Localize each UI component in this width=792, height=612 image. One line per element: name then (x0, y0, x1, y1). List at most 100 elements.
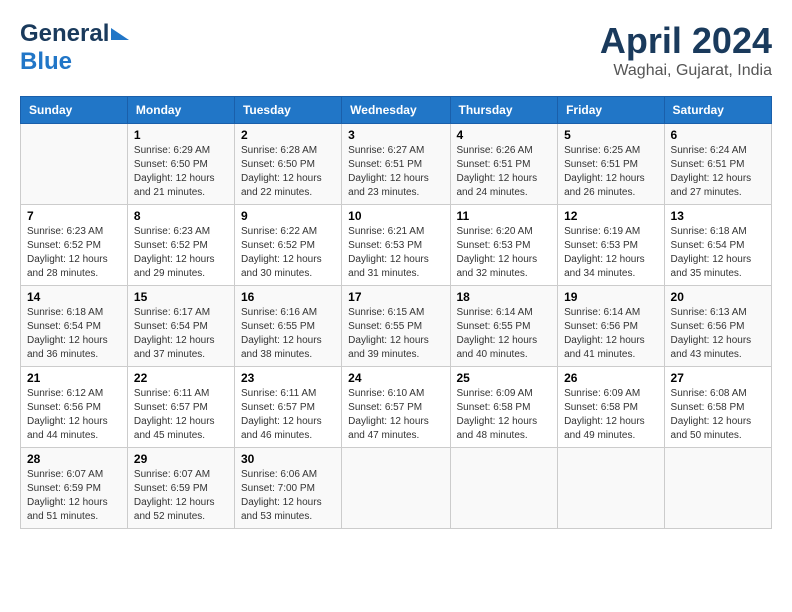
title-section: April 2024 Waghai, Gujarat, India (600, 20, 772, 80)
day-number: 25 (457, 371, 552, 385)
calendar-cell (342, 448, 450, 529)
day-number: 12 (564, 209, 657, 223)
day-number: 13 (671, 209, 765, 223)
day-info: Sunrise: 6:13 AM Sunset: 6:56 PM Dayligh… (671, 306, 765, 362)
calendar-cell: 19 Sunrise: 6:14 AM Sunset: 6:56 PM Dayli… (558, 286, 664, 367)
calendar-cell: 23Sunrise: 6:11 AM Sunset: 6:57 PM Dayli… (234, 367, 341, 448)
calendar-cell: 1 Sunrise: 6:29 AM Sunset: 6:50 PM Daylig… (127, 124, 234, 205)
day-info: Sunrise: 6:16 AM Sunset: 6:55 PM Dayligh… (241, 306, 335, 362)
day-info: Sunrise: 6:11 AM Sunset: 6:57 PM Dayligh… (134, 387, 228, 443)
day-info: Sunrise: 6:17 AM Sunset: 6:54 PM Dayligh… (134, 306, 228, 362)
calendar-week-row: 1 Sunrise: 6:29 AM Sunset: 6:50 PM Daylig… (21, 124, 772, 205)
calendar-cell: 25 Sunrise: 6:09 AM Sunset: 6:58 PM Dayli… (450, 367, 558, 448)
day-info: Sunrise: 6:21 AM Sunset: 6:53 PM Dayligh… (348, 225, 443, 281)
calendar-cell: 10 Sunrise: 6:21 AM Sunset: 6:53 PM Dayli… (342, 205, 450, 286)
calendar-table: SundayMondayTuesdayWednesdayThursdayFrid… (20, 96, 772, 529)
calendar-header-sunday: Sunday (21, 97, 128, 124)
day-info: Sunrise: 6:12 AM Sunset: 6:56 PM Dayligh… (27, 387, 121, 443)
calendar-cell: 9 Sunrise: 6:22 AM Sunset: 6:52 PM Daylig… (234, 205, 341, 286)
calendar-cell: 2Sunrise: 6:28 AM Sunset: 6:50 PM Daylig… (234, 124, 341, 205)
calendar-cell: 30 Sunrise: 6:06 AM Sunset: 7:00 PM Dayli… (234, 448, 341, 529)
day-info: Sunrise: 6:15 AM Sunset: 6:55 PM Dayligh… (348, 306, 443, 362)
day-number: 26 (564, 371, 657, 385)
day-info: Sunrise: 6:19 AM Sunset: 6:53 PM Dayligh… (564, 225, 657, 281)
page-subtitle: Waghai, Gujarat, India (600, 62, 772, 80)
calendar-cell: 26 Sunrise: 6:09 AM Sunset: 6:58 PM Dayli… (558, 367, 664, 448)
day-info: Sunrise: 6:09 AM Sunset: 6:58 PM Dayligh… (457, 387, 552, 443)
day-number: 16 (241, 290, 335, 304)
calendar-cell: 3 Sunrise: 6:27 AM Sunset: 6:51 PM Daylig… (342, 124, 450, 205)
calendar-cell: 18 Sunrise: 6:14 AM Sunset: 6:55 PM Dayli… (450, 286, 558, 367)
calendar-header-saturday: Saturday (664, 97, 771, 124)
calendar-cell: 29 Sunrise: 6:07 AM Sunset: 6:59 PM Dayli… (127, 448, 234, 529)
calendar-cell: 24Sunrise: 6:10 AM Sunset: 6:57 PM Dayli… (342, 367, 450, 448)
day-info: Sunrise: 6:20 AM Sunset: 6:53 PM Dayligh… (457, 225, 552, 281)
logo-text-general: General (20, 20, 109, 48)
day-number: 8 (134, 209, 228, 223)
calendar-header-thursday: Thursday (450, 97, 558, 124)
calendar-header-monday: Monday (127, 97, 234, 124)
calendar-header-wednesday: Wednesday (342, 97, 450, 124)
calendar-cell (664, 448, 771, 529)
calendar-cell (21, 124, 128, 205)
day-info: Sunrise: 6:24 AM Sunset: 6:51 PM Dayligh… (671, 144, 765, 200)
day-number: 30 (241, 452, 335, 466)
day-info: Sunrise: 6:18 AM Sunset: 6:54 PM Dayligh… (671, 225, 765, 281)
calendar-week-row: 14Sunrise: 6:18 AM Sunset: 6:54 PM Dayli… (21, 286, 772, 367)
calendar-cell: 28 Sunrise: 6:07 AM Sunset: 6:59 PM Dayli… (21, 448, 128, 529)
day-number: 15 (134, 290, 228, 304)
day-number: 18 (457, 290, 552, 304)
day-info: Sunrise: 6:23 AM Sunset: 6:52 PM Dayligh… (27, 225, 121, 281)
day-number: 29 (134, 452, 228, 466)
day-info: Sunrise: 6:25 AM Sunset: 6:51 PM Dayligh… (564, 144, 657, 200)
calendar-cell: 14Sunrise: 6:18 AM Sunset: 6:54 PM Dayli… (21, 286, 128, 367)
calendar-header-friday: Friday (558, 97, 664, 124)
day-info: Sunrise: 6:14 AM Sunset: 6:56 PM Dayligh… (564, 306, 657, 362)
day-info: Sunrise: 6:26 AM Sunset: 6:51 PM Dayligh… (457, 144, 552, 200)
logo-arrow-icon (111, 28, 129, 40)
day-number: 2 (241, 128, 335, 142)
calendar-week-row: 7 Sunrise: 6:23 AM Sunset: 6:52 PM Daylig… (21, 205, 772, 286)
day-number: 5 (564, 128, 657, 142)
calendar-cell: 12 Sunrise: 6:19 AM Sunset: 6:53 PM Dayli… (558, 205, 664, 286)
day-number: 11 (457, 209, 552, 223)
day-number: 10 (348, 209, 443, 223)
day-number: 23 (241, 371, 335, 385)
calendar-cell: 4 Sunrise: 6:26 AM Sunset: 6:51 PM Daylig… (450, 124, 558, 205)
calendar-cell: 15 Sunrise: 6:17 AM Sunset: 6:54 PM Dayli… (127, 286, 234, 367)
day-number: 14 (27, 290, 121, 304)
day-info: Sunrise: 6:07 AM Sunset: 6:59 PM Dayligh… (27, 468, 121, 524)
page-title: April 2024 (600, 20, 772, 62)
day-number: 4 (457, 128, 552, 142)
calendar-cell: 5 Sunrise: 6:25 AM Sunset: 6:51 PM Daylig… (558, 124, 664, 205)
calendar-header-tuesday: Tuesday (234, 97, 341, 124)
logo-text-blue: Blue (20, 48, 72, 76)
day-number: 22 (134, 371, 228, 385)
day-info: Sunrise: 6:22 AM Sunset: 6:52 PM Dayligh… (241, 225, 335, 281)
day-number: 6 (671, 128, 765, 142)
calendar-header-row: SundayMondayTuesdayWednesdayThursdayFrid… (21, 97, 772, 124)
calendar-cell: 27Sunrise: 6:08 AM Sunset: 6:58 PM Dayli… (664, 367, 771, 448)
calendar-cell: 6 Sunrise: 6:24 AM Sunset: 6:51 PM Daylig… (664, 124, 771, 205)
day-number: 17 (348, 290, 443, 304)
calendar-cell: 8Sunrise: 6:23 AM Sunset: 6:52 PM Daylig… (127, 205, 234, 286)
day-info: Sunrise: 6:27 AM Sunset: 6:51 PM Dayligh… (348, 144, 443, 200)
day-info: Sunrise: 6:06 AM Sunset: 7:00 PM Dayligh… (241, 468, 335, 524)
day-info: Sunrise: 6:14 AM Sunset: 6:55 PM Dayligh… (457, 306, 552, 362)
day-info: Sunrise: 6:09 AM Sunset: 6:58 PM Dayligh… (564, 387, 657, 443)
day-number: 20 (671, 290, 765, 304)
day-number: 9 (241, 209, 335, 223)
calendar-cell: 13 Sunrise: 6:18 AM Sunset: 6:54 PM Dayli… (664, 205, 771, 286)
day-info: Sunrise: 6:29 AM Sunset: 6:50 PM Dayligh… (134, 144, 228, 200)
calendar-cell: 16 Sunrise: 6:16 AM Sunset: 6:55 PM Dayli… (234, 286, 341, 367)
day-number: 7 (27, 209, 121, 223)
day-info: Sunrise: 6:07 AM Sunset: 6:59 PM Dayligh… (134, 468, 228, 524)
calendar-cell: 20 Sunrise: 6:13 AM Sunset: 6:56 PM Dayli… (664, 286, 771, 367)
day-number: 28 (27, 452, 121, 466)
calendar-cell: 17 Sunrise: 6:15 AM Sunset: 6:55 PM Dayli… (342, 286, 450, 367)
calendar-week-row: 21Sunrise: 6:12 AM Sunset: 6:56 PM Dayli… (21, 367, 772, 448)
day-number: 3 (348, 128, 443, 142)
day-info: Sunrise: 6:10 AM Sunset: 6:57 PM Dayligh… (348, 387, 443, 443)
day-number: 19 (564, 290, 657, 304)
day-number: 1 (134, 128, 228, 142)
